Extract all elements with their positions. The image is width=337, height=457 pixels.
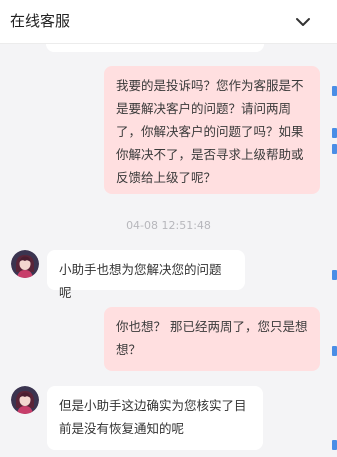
edge-accent-mark — [332, 144, 337, 154]
agent-message-bubble: 小助手也想为您解决您的问题呢 — [47, 250, 245, 300]
agent-avatar-icon — [11, 250, 39, 278]
chevron-down-icon[interactable] — [293, 12, 313, 32]
chat-header: 在线客服 — [0, 0, 337, 44]
user-message-bubble: 我要的是投诉吗？您作为客服是不是要解决客户的问题？请问两周了，你解决客户的问题了… — [104, 66, 320, 194]
edge-accent-mark — [332, 440, 337, 450]
page-title: 在线客服 — [10, 12, 71, 30]
user-message-bubble: 你也想？ 那已经两周了，您只是想想？ — [104, 307, 320, 371]
agent-message-bubble: 但是小助手这边确实为您核实了目前是没有恢复通知的呢 — [47, 386, 263, 450]
edge-accent-mark — [332, 270, 337, 280]
edge-accent-mark — [332, 86, 337, 96]
edge-accent-mark — [332, 128, 337, 138]
edge-accent-mark — [332, 346, 337, 356]
message-timestamp: 04-08 12:51:48 — [126, 219, 211, 232]
agent-avatar-icon — [11, 386, 39, 414]
